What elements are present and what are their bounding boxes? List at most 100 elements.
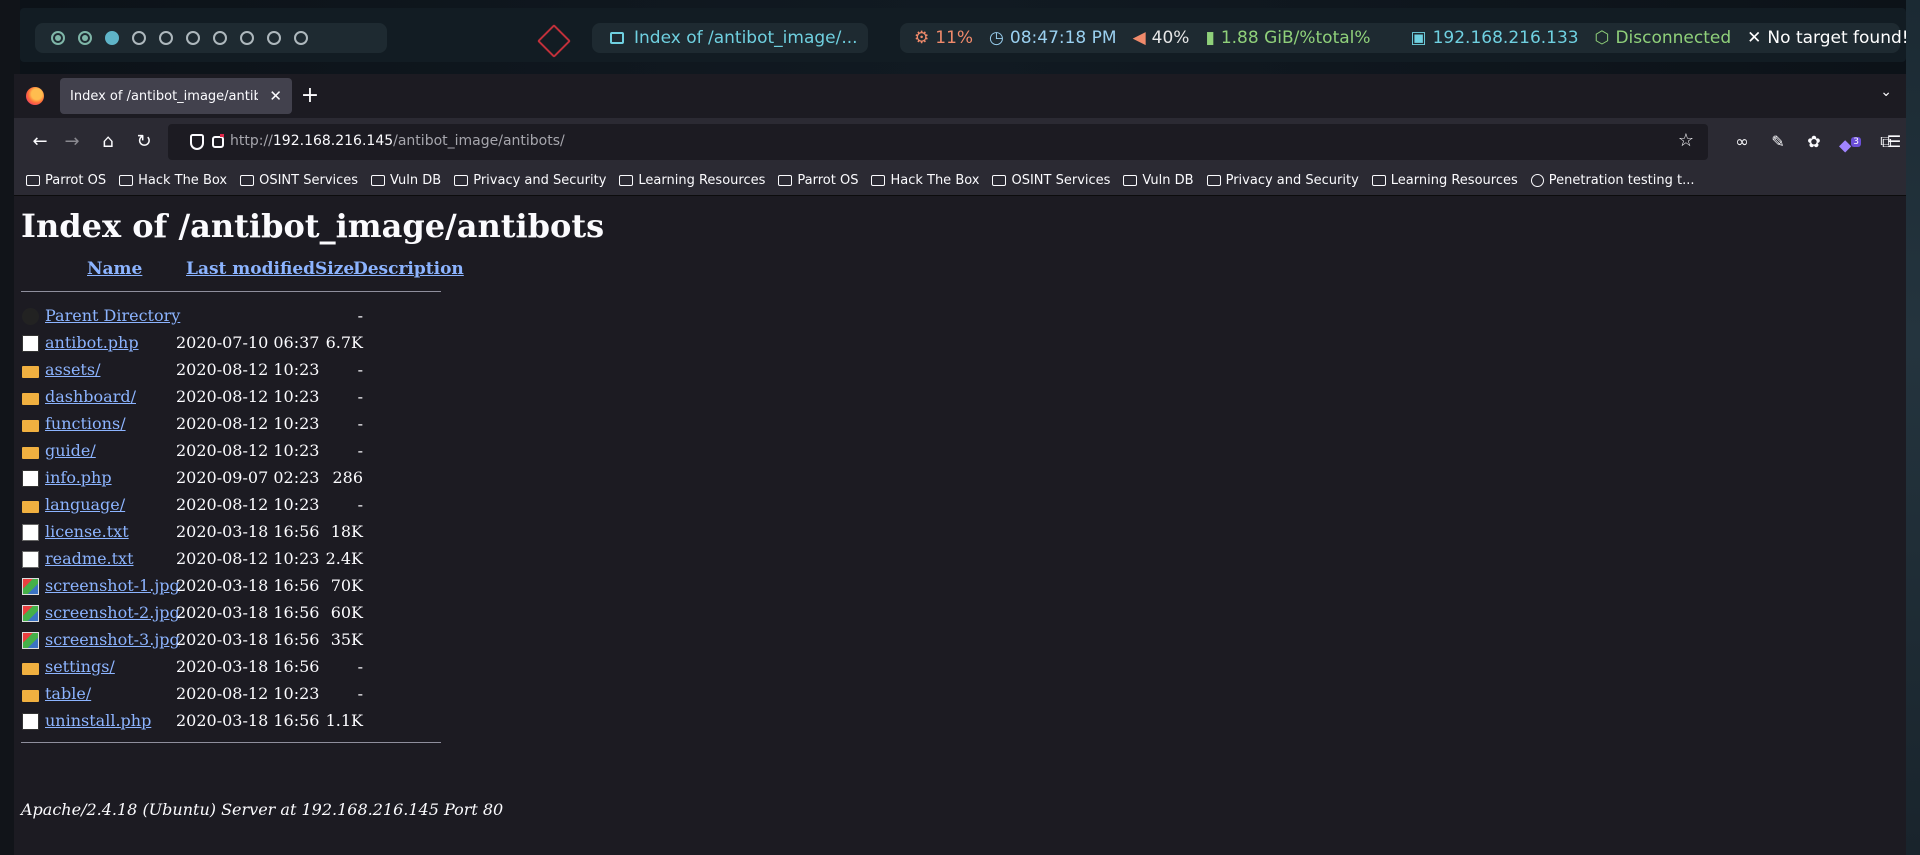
file-size: - [357,441,363,460]
file-size: - [357,657,363,676]
folder-icon [22,393,39,405]
file-link[interactable]: info.php [45,468,112,487]
home-button[interactable]: ⌂ [96,130,120,154]
file-size: 18K [330,522,363,541]
header-divider [21,291,441,292]
workspace-3-icon[interactable] [105,31,119,45]
cpu-icon: ⚙ [914,28,930,48]
bookmark-folder[interactable]: Privacy and Security [454,173,606,188]
file-link[interactable]: Parent Directory [45,306,180,325]
browser-window: Index of /antibot_image/antib ✕ + ⌄ ← → … [14,74,1906,855]
back-button[interactable]: ← [28,130,52,154]
file-link[interactable]: screenshot-1.jpg [45,576,180,595]
file-link[interactable]: readme.txt [45,549,134,568]
url-text[interactable]: http://192.168.216.145/antibot_image/ant… [230,133,565,149]
workspace-1-icon[interactable] [51,31,65,45]
file-size: - [357,360,363,379]
file-link[interactable]: uninstall.php [45,711,151,730]
firefox-icon[interactable] [26,87,44,105]
bookmark-folder[interactable]: Learning Resources [1371,173,1518,188]
folder-icon [240,175,255,186]
file-link[interactable]: guide/ [45,441,96,460]
bookmark-folder[interactable]: Hack The Box [119,173,227,188]
bookmark-penetration-testing[interactable]: Penetration testing t... [1530,173,1695,188]
file-link[interactable]: functions/ [45,414,126,433]
file-link[interactable]: screenshot-2.jpg [45,603,180,622]
url-bar[interactable]: http://192.168.216.145/antibot_image/ant… [168,124,1708,160]
bookmark-folder[interactable]: Parrot OS [26,173,106,188]
workspace-6-icon[interactable] [186,31,200,45]
forward-button[interactable]: → [60,130,84,154]
insecure-lock-icon[interactable] [212,134,224,148]
unknown-file-icon [22,335,39,352]
bookmark-folder[interactable]: OSINT Services [240,173,358,188]
desktop-edge-right [1906,0,1920,855]
bookmark-folder[interactable]: Hack The Box [871,173,979,188]
volume-indicator[interactable]: ◀ 40% [1133,28,1190,48]
file-link[interactable]: assets/ [45,360,100,379]
app-menu-icon[interactable]: ☰ [1882,130,1906,154]
page-content: Index of /antibot_image/antibots Name La… [14,197,1906,855]
image-file-icon [22,578,39,595]
file-size: 70K [330,576,363,595]
private-mask-icon[interactable]: ∞ [1730,130,1754,154]
table-row: antibot.php 2020-07-10 06:37 6.7K [21,333,363,360]
close-tab-icon[interactable]: ✕ [269,87,282,105]
workspace-9-icon[interactable] [267,31,281,45]
crossed-swords-icon: ✕ [1747,28,1762,48]
file-link[interactable]: table/ [45,684,91,703]
file-size: 6.7K [325,333,363,352]
file-size: 286 [332,468,363,487]
extension-fox-icon[interactable]: ✿ [1802,130,1826,154]
folder-icon [22,447,39,459]
workspace-10-icon[interactable] [294,31,308,45]
table-row: screenshot-3.jpg 2020-03-18 16:56 35K [21,630,363,657]
window-icon [610,32,624,44]
table-row: readme.txt 2020-08-12 10:23 2.4K [21,549,363,576]
file-link[interactable]: screenshot-3.jpg [45,630,180,649]
folder-icon [619,175,634,186]
list-all-tabs-icon[interactable]: ⌄ [1880,84,1892,100]
workspace-5-icon[interactable] [159,31,173,45]
window-title-text: Index of /antibot_image/... [634,28,858,48]
bookmark-label: Hack The Box [890,173,980,188]
sort-name-link[interactable]: Name [87,259,142,279]
file-link[interactable]: license.txt [45,522,129,541]
file-link[interactable]: antibot.php [45,333,139,352]
bookmark-folder[interactable]: Vuln DB [1123,173,1194,188]
folder-icon [22,501,39,513]
tab-active[interactable]: Index of /antibot_image/antib ✕ [60,78,292,114]
active-window-title: Index of /antibot_image/... [592,23,868,53]
sort-description-link[interactable]: Description [353,259,464,279]
file-link[interactable]: settings/ [45,657,115,676]
sort-size-link[interactable]: Size [315,259,354,279]
new-tab-button[interactable]: + [296,82,324,110]
folder-icon [22,690,39,702]
clock-icon: ◷ [989,28,1004,48]
bookmark-folder[interactable]: Vuln DB [371,173,441,188]
sort-modified-link[interactable]: Last modified [186,259,315,279]
workspace-4-icon[interactable] [132,31,146,45]
ip-indicator: ▣ 192.168.216.133 [1410,28,1579,48]
extension-badge-count: 3 [1851,137,1862,147]
extension-badge-icon[interactable]: ◆ 3 [1838,130,1862,154]
bookmark-folder[interactable]: Privacy and Security [1206,173,1359,188]
bookmark-label: OSINT Services [1011,173,1111,188]
page-title: Index of /antibot_image/antibots [21,207,605,245]
wrench-icon[interactable]: ✎ [1766,130,1790,154]
bookmark-folder[interactable]: Learning Resources [619,173,765,188]
file-size: 1.1K [325,711,363,730]
table-row: license.txt 2020-03-18 16:56 18K [21,522,363,549]
reload-button[interactable]: ↻ [132,130,156,154]
bookmark-folder[interactable]: Parrot OS [778,173,858,188]
workspace-7-icon[interactable] [213,31,227,45]
tracking-protection-shield-icon[interactable] [190,134,204,150]
bookmark-star-icon[interactable]: ☆ [1678,130,1694,151]
table-row: screenshot-2.jpg 2020-03-18 16:56 60K [21,603,363,630]
file-size: 35K [330,630,363,649]
file-link[interactable]: language/ [45,495,125,514]
workspace-2-icon[interactable] [78,31,92,45]
workspace-8-icon[interactable] [240,31,254,45]
bookmark-folder[interactable]: OSINT Services [992,173,1110,188]
file-link[interactable]: dashboard/ [45,387,136,406]
